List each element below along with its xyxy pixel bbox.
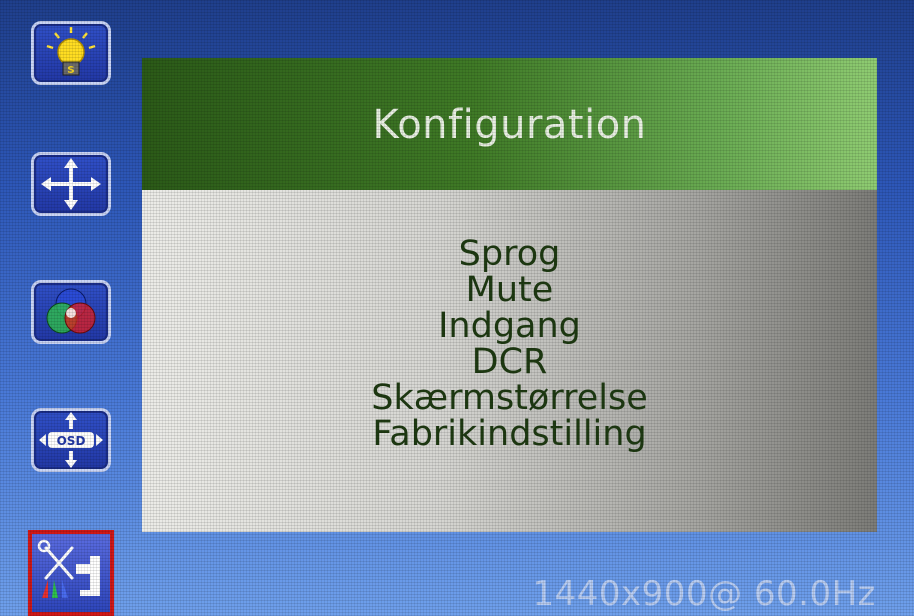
menu-title: Konfiguration [372, 102, 647, 148]
menu-item-skaermstoerrelse[interactable]: Skærmstørrelse [142, 380, 877, 416]
tools-configuration-icon [37, 539, 100, 598]
menu-item-dcr[interactable]: DCR [142, 344, 877, 380]
menu-header: Konfiguration [142, 58, 877, 190]
svg-text:OSD: OSD [57, 434, 86, 448]
brightness-button[interactable]: S [31, 21, 111, 85]
menu-item-mute[interactable]: Mute [142, 272, 877, 308]
menu-list: Sprog Mute Indgang DCR Skærmstørrelse Fa… [142, 236, 877, 452]
four-way-arrow-icon [41, 158, 101, 210]
brightness-icon: S [46, 27, 96, 76]
resolution-status: 1440x900@ 60.0Hz [532, 574, 876, 614]
color-button[interactable] [31, 280, 111, 344]
rgb-color-icon [46, 288, 96, 334]
menu-item-indgang[interactable]: Indgang [142, 308, 877, 344]
svg-text:S: S [67, 65, 74, 76]
configuration-button[interactable] [28, 530, 114, 616]
menu-body: Sprog Mute Indgang DCR Skærmstørrelse Fa… [142, 190, 877, 532]
position-button[interactable] [31, 152, 111, 216]
menu-item-sprog[interactable]: Sprog [142, 236, 877, 272]
osd-position-button[interactable]: OSD [31, 408, 111, 472]
menu-item-fabrikindstilling[interactable]: Fabrikindstilling [142, 416, 877, 452]
osd-move-icon: OSD [39, 412, 103, 468]
